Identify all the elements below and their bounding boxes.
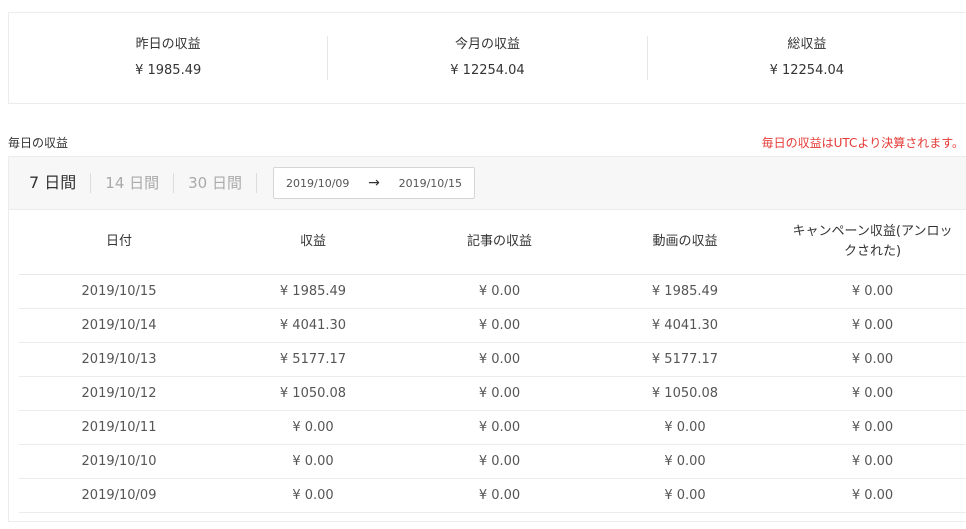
yesterday-earnings-value: ¥ 1985.49 xyxy=(135,63,202,78)
cell-video-earnings: ¥ 4041.30 xyxy=(592,308,778,343)
cell-date: 2019/10/11 xyxy=(19,410,219,445)
cell-earnings: ¥ 1050.08 xyxy=(219,376,407,411)
month-earnings-stat: 今月の収益 ¥ 12254.04 xyxy=(327,36,646,80)
cell-campaign-earnings: ¥ 0.00 xyxy=(778,376,966,411)
column-header-date: 日付 xyxy=(19,210,219,275)
cell-article-earnings: ¥ 0.00 xyxy=(407,410,592,445)
cell-campaign-earnings: ¥ 0.00 xyxy=(778,342,966,377)
date-range-picker[interactable]: 2019/10/09 → 2019/10/15 xyxy=(273,167,475,199)
daily-earnings-table: 日付 収益 記事の収益 動画の収益 キャンペーン収益(アンロックされた) 201… xyxy=(19,210,966,513)
cell-video-earnings: ¥ 5177.17 xyxy=(592,342,778,377)
total-earnings-stat: 総収益 ¥ 12254.04 xyxy=(646,36,966,80)
column-header-campaign-earnings: キャンペーン収益(アンロックされた) xyxy=(778,210,966,275)
cell-earnings: ¥ 0.00 xyxy=(219,478,407,513)
cell-earnings: ¥ 1985.49 xyxy=(219,274,407,309)
table-row: 2019/10/15 ¥ 1985.49 ¥ 0.00 ¥ 1985.49 ¥ … xyxy=(19,274,966,309)
tab-30-days[interactable]: 30 日間 xyxy=(174,173,256,193)
table-row: 2019/10/10 ¥ 0.00 ¥ 0.00 ¥ 0.00 ¥ 0.00 xyxy=(19,444,966,479)
cell-date: 2019/10/12 xyxy=(19,376,219,411)
cell-video-earnings: ¥ 1050.08 xyxy=(592,376,778,411)
cell-campaign-earnings: ¥ 0.00 xyxy=(778,308,966,343)
date-range-start[interactable]: 2019/10/09 xyxy=(286,177,349,190)
earnings-summary-panel: 昨日の収益 ¥ 1985.49 今月の収益 ¥ 12254.04 総収益 ¥ 1… xyxy=(8,12,966,104)
column-header-earnings: 収益 xyxy=(219,210,407,275)
cell-campaign-earnings: ¥ 0.00 xyxy=(778,444,966,479)
cell-article-earnings: ¥ 0.00 xyxy=(407,444,592,479)
cell-earnings: ¥ 5177.17 xyxy=(219,342,407,377)
campaign-earnings-header-text: キャンペーン収益(アンロックされた) xyxy=(792,223,953,259)
cell-article-earnings: ¥ 0.00 xyxy=(407,478,592,513)
cell-article-earnings: ¥ 0.00 xyxy=(407,342,592,377)
tab-14-days[interactable]: 14 日間 xyxy=(91,173,173,193)
tab-divider xyxy=(256,173,257,193)
total-earnings-label: 総収益 xyxy=(787,37,827,52)
cell-date: 2019/10/10 xyxy=(19,444,219,479)
cell-campaign-earnings: ¥ 0.00 xyxy=(778,410,966,445)
cell-video-earnings: ¥ 0.00 xyxy=(592,444,778,479)
table-header-row: 日付 収益 記事の収益 動画の収益 キャンペーン収益(アンロックされた) xyxy=(19,210,966,275)
cell-earnings: ¥ 0.00 xyxy=(219,444,407,479)
arrow-right-icon: → xyxy=(368,175,380,191)
cell-date: 2019/10/15 xyxy=(19,274,219,309)
cell-video-earnings: ¥ 0.00 xyxy=(592,410,778,445)
column-header-video-earnings: 動画の収益 xyxy=(592,210,778,275)
date-filter-bar: 7 日間 14 日間 30 日間 2019/10/09 → 2019/10/15 xyxy=(8,156,966,210)
yesterday-earnings-label: 昨日の収益 xyxy=(135,37,201,52)
yesterday-earnings-stat: 昨日の収益 ¥ 1985.49 xyxy=(9,36,327,80)
month-earnings-value: ¥ 12254.04 xyxy=(450,63,525,78)
column-header-article-earnings: 記事の収益 xyxy=(407,210,592,275)
cell-article-earnings: ¥ 0.00 xyxy=(407,308,592,343)
cell-earnings: ¥ 0.00 xyxy=(219,410,407,445)
tab-7-days[interactable]: 7 日間 xyxy=(29,173,90,193)
cell-date: 2019/10/14 xyxy=(19,308,219,343)
table-row: 2019/10/14 ¥ 4041.30 ¥ 0.00 ¥ 4041.30 ¥ … xyxy=(19,308,966,343)
cell-date: 2019/10/13 xyxy=(19,342,219,377)
table-row: 2019/10/12 ¥ 1050.08 ¥ 0.00 ¥ 1050.08 ¥ … xyxy=(19,376,966,411)
month-earnings-label: 今月の収益 xyxy=(454,37,520,52)
cell-video-earnings: ¥ 0.00 xyxy=(592,478,778,513)
table-row: 2019/10/13 ¥ 5177.17 ¥ 0.00 ¥ 5177.17 ¥ … xyxy=(19,342,966,377)
daily-earnings-table-container: 日付 収益 記事の収益 動画の収益 キャンペーン収益(アンロックされた) 201… xyxy=(8,210,966,522)
daily-earnings-title: 毎日の収益 xyxy=(8,136,69,150)
cell-campaign-earnings: ¥ 0.00 xyxy=(778,274,966,309)
cell-campaign-earnings: ¥ 0.00 xyxy=(778,478,966,513)
table-row: 2019/10/09 ¥ 0.00 ¥ 0.00 ¥ 0.00 ¥ 0.00 xyxy=(19,478,966,513)
date-range-end[interactable]: 2019/10/15 xyxy=(399,177,462,190)
cell-video-earnings: ¥ 1985.49 xyxy=(592,274,778,309)
total-earnings-value: ¥ 12254.04 xyxy=(769,63,845,78)
cell-earnings: ¥ 4041.30 xyxy=(219,308,407,343)
cell-date: 2019/10/09 xyxy=(19,478,219,513)
cell-article-earnings: ¥ 0.00 xyxy=(407,274,592,309)
table-row: 2019/10/11 ¥ 0.00 ¥ 0.00 ¥ 0.00 ¥ 0.00 xyxy=(19,410,966,445)
cell-article-earnings: ¥ 0.00 xyxy=(407,376,592,411)
utc-settlement-notice: 毎日の収益はUTCより決算されます。 xyxy=(761,136,964,150)
